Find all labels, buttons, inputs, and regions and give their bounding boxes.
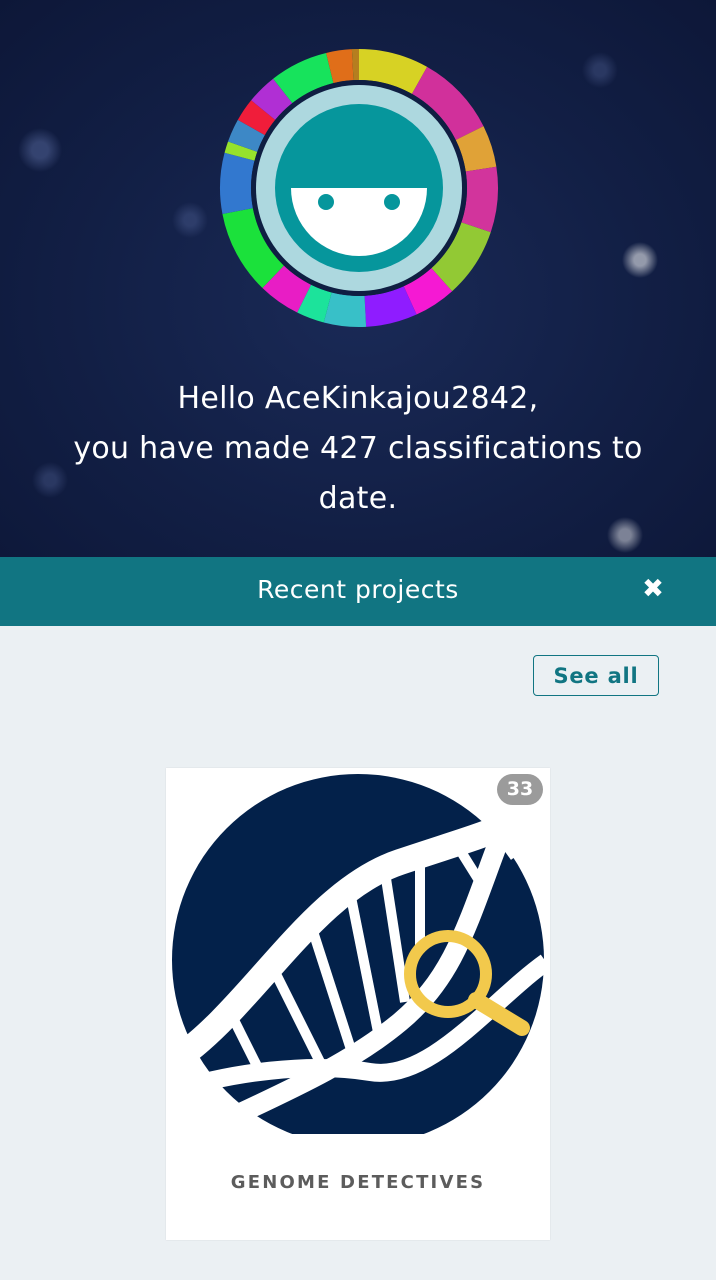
close-icon[interactable]: ✖ xyxy=(640,572,666,606)
project-card[interactable] xyxy=(166,768,550,1240)
greeting-text: Hello AceKinkajou2842, you have made 427… xyxy=(40,374,676,524)
see-all-button[interactable]: See all xyxy=(533,655,659,696)
recent-projects-title: Recent projects xyxy=(257,575,459,604)
recent-projects-header: Recent projects xyxy=(0,557,716,626)
avatar[interactable] xyxy=(219,48,499,328)
zooniverse-avatar-icon xyxy=(220,49,498,327)
greeting-line-2: you have made 427 classifications to dat… xyxy=(73,431,643,516)
project-card-title[interactable]: GENOME DETECTIVES xyxy=(166,1172,550,1193)
hero-banner: Hello AceKinkajou2842, you have made 427… xyxy=(0,0,716,557)
greeting-line-1: Hello AceKinkajou2842, xyxy=(177,381,539,416)
classification-count-badge: 33 xyxy=(497,774,543,805)
dna-magnifier-icon xyxy=(170,774,546,1134)
